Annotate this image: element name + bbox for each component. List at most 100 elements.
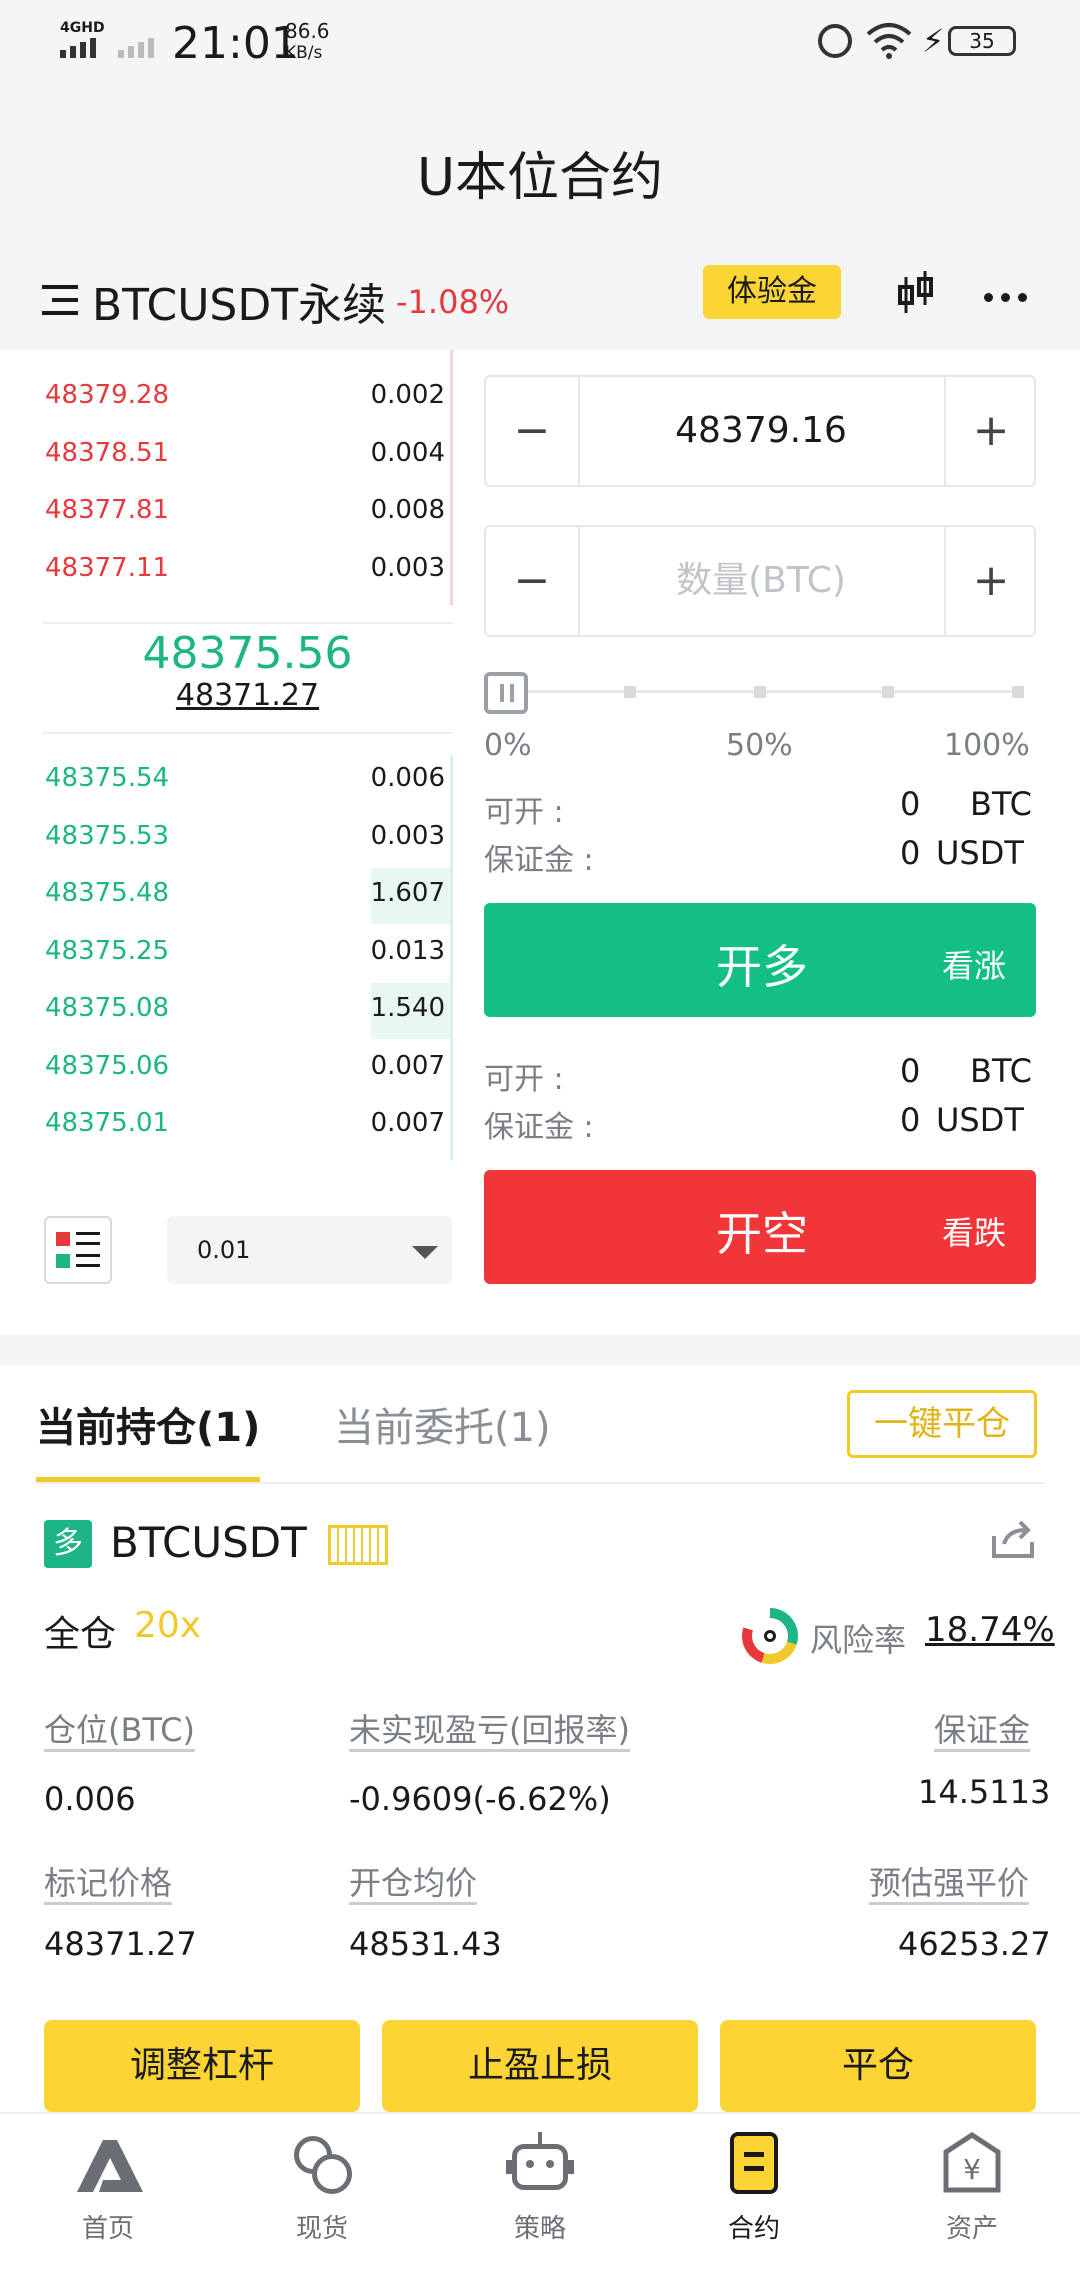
- nav-item-assets[interactable]: ¥ 资产: [902, 2128, 1042, 2248]
- ask-qty: 0.004: [370, 438, 445, 468]
- depth-precision-value: 0.01: [197, 1236, 251, 1264]
- more-icon[interactable]: [984, 293, 1028, 303]
- margin-label[interactable]: 保证金: [934, 1705, 1030, 1751]
- entry-price-label[interactable]: 开仓均价: [349, 1858, 477, 1904]
- orderbook-row-bid[interactable]: 48375.54 0.006: [45, 763, 450, 803]
- network-type: 4GHD: [60, 20, 105, 36]
- short-margin-unit: USDT: [936, 1101, 1024, 1139]
- nav-item-contract[interactable]: 合约: [684, 2128, 824, 2248]
- bid-price: 48375.53: [45, 821, 170, 851]
- qty-increment-button[interactable]: +: [944, 527, 1036, 635]
- quantity-placeholder: 数量(BTC): [676, 560, 846, 601]
- mark-price-label[interactable]: 标记价格: [44, 1858, 172, 1904]
- trial-fund-badge[interactable]: 体验金: [703, 265, 841, 319]
- quantity-input[interactable]: 数量(BTC): [580, 527, 942, 635]
- clock: 21:01: [172, 18, 299, 69]
- bid-qty: 0.006: [370, 763, 445, 793]
- close-position-button[interactable]: 平仓: [720, 2020, 1036, 2112]
- slider-stop[interactable]: [624, 686, 636, 698]
- orderbook-row-ask[interactable]: 48377.11 0.003: [45, 553, 450, 593]
- long-available-label: 可开 :: [484, 795, 564, 830]
- margin-mode: 全仓: [44, 1614, 117, 1655]
- divider: [42, 622, 452, 624]
- home-logo-icon: [73, 2134, 145, 2194]
- short-margin-label: 保证金 :: [484, 1110, 594, 1145]
- ask-qty: 0.002: [370, 380, 445, 410]
- ask-depth-bar: [450, 350, 453, 605]
- bid-price: 48375.54: [45, 763, 170, 793]
- depth-precision-select[interactable]: 0.01: [167, 1216, 452, 1284]
- ask-qty: 0.003: [370, 553, 445, 583]
- bottom-nav: 首页 现货 策略 合约 ¥ 资产: [0, 2112, 1080, 2282]
- last-price: 48375.56: [142, 628, 353, 679]
- liquidation-price-label[interactable]: 预估强平价: [869, 1858, 1029, 1904]
- ask-price: 48377.81: [45, 495, 170, 525]
- bid-qty: 0.007: [370, 1108, 445, 1138]
- candlestick-chart-icon[interactable]: [896, 269, 936, 317]
- tab-current-positions[interactable]: 当前持仓(1): [36, 1395, 260, 1453]
- nav-label-contract: 合约: [727, 2214, 780, 2244]
- adjust-leverage-button[interactable]: 调整杠杆: [44, 2020, 360, 2112]
- divider: [36, 1482, 1044, 1484]
- price-stepper: − 48379.16 +: [484, 375, 1036, 487]
- price-input[interactable]: 48379.16: [580, 377, 942, 485]
- bid-depth-bar: [450, 755, 453, 1160]
- nav-item-home[interactable]: 首页: [38, 2128, 178, 2248]
- price-increment-button[interactable]: +: [944, 377, 1036, 485]
- wifi-icon: [866, 22, 912, 60]
- alarm-icon: [818, 24, 852, 58]
- orderbook-row-bid[interactable]: 48375.06 0.007: [45, 1051, 450, 1091]
- orderbook-row-bid[interactable]: 48375.25 0.013: [45, 936, 450, 976]
- bid-price: 48375.48: [45, 878, 170, 908]
- position-size-label[interactable]: 仓位(BTC): [44, 1705, 195, 1751]
- unrealized-pnl-label[interactable]: 未实现盈亏(回报率): [349, 1705, 630, 1751]
- bid-qty: 1.607: [370, 878, 445, 908]
- mark-price-value: 48371.27: [44, 1925, 197, 1963]
- chevron-down-icon: [412, 1246, 438, 1259]
- contract-icon: [730, 2132, 778, 2194]
- share-icon[interactable]: [990, 1520, 1036, 1560]
- bid-price: 48375.06: [45, 1051, 170, 1081]
- long-available-unit: BTC: [970, 785, 1032, 823]
- bid-price: 48375.25: [45, 936, 170, 966]
- svg-text:¥: ¥: [963, 2153, 981, 2186]
- slider-handle[interactable]: [484, 672, 528, 714]
- tab-open-orders[interactable]: 当前委托(1): [334, 1395, 551, 1453]
- risk-value[interactable]: 18.74%: [925, 1610, 1055, 1650]
- price-decrement-button[interactable]: −: [486, 377, 580, 485]
- orderbook-row-ask[interactable]: 48377.81 0.008: [45, 495, 450, 535]
- mark-price[interactable]: 48371.27: [0, 678, 495, 713]
- orderbook-row-ask[interactable]: 48379.28 0.002: [45, 380, 450, 420]
- orderbook-row-bid[interactable]: 48375.53 0.003: [45, 821, 450, 861]
- open-long-label: 开多: [716, 940, 808, 994]
- open-long-button[interactable]: 开多 看涨: [484, 903, 1036, 1017]
- instrument-name[interactable]: BTCUSDT永续: [92, 269, 386, 333]
- bid-qty: 1.540: [370, 993, 445, 1023]
- tp-sl-button[interactable]: 止盈止损: [382, 2020, 698, 2112]
- qty-decrement-button[interactable]: −: [486, 527, 580, 635]
- minus-icon: −: [513, 405, 551, 456]
- orderbook-row-bid[interactable]: 48375.01 0.007: [45, 1108, 450, 1148]
- nav-item-spot[interactable]: 现货: [252, 2128, 392, 2248]
- long-margin-label: 保证金 :: [484, 843, 594, 878]
- bid-qty: 0.003: [370, 821, 445, 851]
- orderbook-layout-icon[interactable]: [44, 1216, 112, 1284]
- slider-stop[interactable]: [1012, 686, 1024, 698]
- open-short-button[interactable]: 开空 看跌: [484, 1170, 1036, 1284]
- close-all-button[interactable]: 一键平仓: [847, 1390, 1037, 1458]
- amount-slider[interactable]: [484, 670, 1036, 716]
- position-symbol: BTCUSDT: [110, 1518, 307, 1567]
- net-speed: 86.6 KB/s: [285, 20, 330, 64]
- bid-price: 48375.01: [45, 1108, 170, 1138]
- orderbook-row-bid[interactable]: 48375.48 1.607: [45, 868, 450, 924]
- long-available-value: 0: [900, 785, 921, 823]
- orderbook-row-bid[interactable]: 48375.08 1.540: [45, 983, 450, 1039]
- nav-item-strategy[interactable]: 策略: [470, 2128, 610, 2248]
- slider-stop[interactable]: [754, 686, 766, 698]
- orderbook-row-ask[interactable]: 48378.51 0.004: [45, 438, 450, 478]
- charging-icon: ⚡: [922, 22, 945, 60]
- menu-icon[interactable]: [42, 285, 78, 315]
- robot-icon: [506, 2132, 574, 2194]
- slider-stop[interactable]: [882, 686, 894, 698]
- page-title: U本位合约: [416, 148, 664, 208]
